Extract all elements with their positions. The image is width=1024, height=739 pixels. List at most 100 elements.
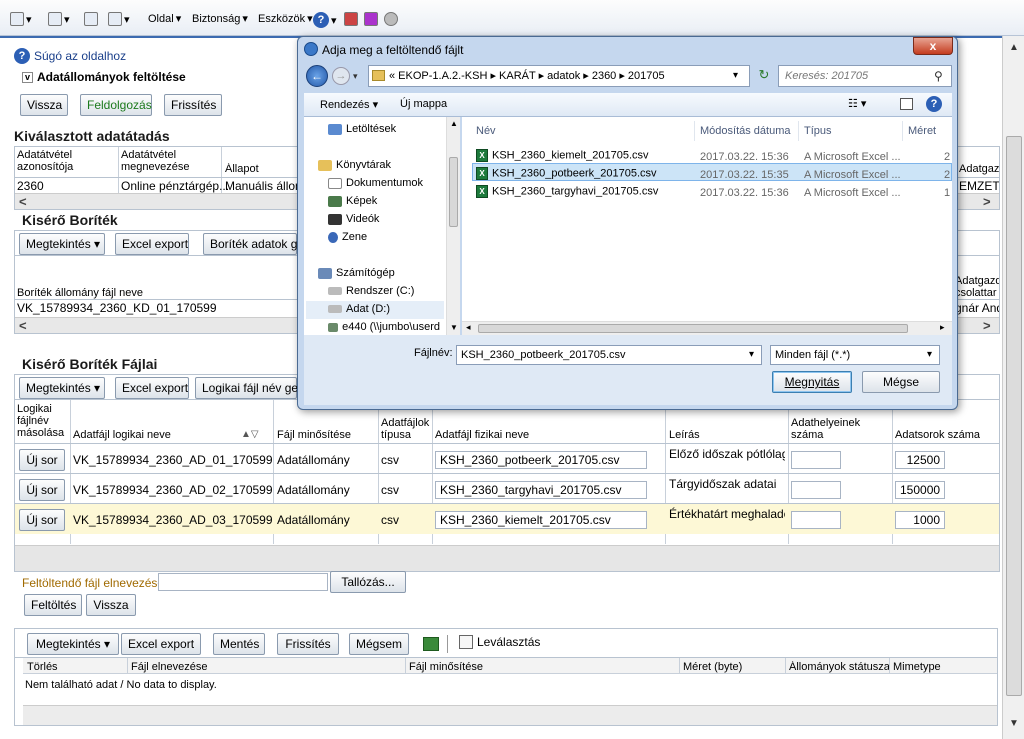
print-icon[interactable]: ▾ xyxy=(108,12,130,26)
nav-vscroll[interactable]: ▲ ▼ xyxy=(446,117,460,335)
uploaded-files-table: Megtekintés ▾ Excel export Mentés Frissí… xyxy=(14,628,998,726)
physical-name-input[interactable]: KSH_2360_kiemelt_201705.csv xyxy=(435,511,647,529)
filename-input[interactable]: KSH_2360_potbeerk_201705.csv ▾ xyxy=(456,345,762,365)
section-header[interactable]: v Adatállományok feltöltése xyxy=(22,70,186,84)
process-button[interactable]: Feldolgozás xyxy=(80,94,152,116)
cancel-button[interactable]: Mégsem xyxy=(349,633,409,655)
filename-dropdown-icon[interactable]: ▾ xyxy=(749,346,754,364)
mail-icon[interactable] xyxy=(84,12,98,26)
detach-button[interactable]: Leválasztás xyxy=(459,635,540,649)
help-icon[interactable]: ? ▾ xyxy=(313,12,337,28)
forward-arrow-icon[interactable]: → xyxy=(332,67,350,85)
kisero-view-button[interactable]: Megtekintés ▾ xyxy=(19,233,105,255)
nav-item[interactable]: Rendszer (C:) xyxy=(328,285,414,297)
organize-button[interactable]: Rendezés ▾ xyxy=(320,98,378,111)
feeds-icon[interactable]: ▾ xyxy=(48,12,70,26)
recent-dropdown-icon[interactable]: ▾ xyxy=(353,71,358,82)
translate-icon[interactable] xyxy=(364,12,378,26)
row-count-input[interactable]: 150000 xyxy=(895,481,945,499)
file-list-hscroll[interactable]: ◂ ▸ xyxy=(462,321,952,335)
nav-item[interactable]: Letöltések xyxy=(328,123,396,135)
page-vscroll[interactable]: ▲ ▼ xyxy=(1002,36,1024,739)
row-count-input[interactable]: 12500 xyxy=(895,451,945,469)
kisero-generate-button[interactable]: Boríték adatok ge xyxy=(203,233,304,255)
folder-icon xyxy=(372,70,385,81)
places-input[interactable] xyxy=(791,481,841,499)
bottom-view-button[interactable]: Megtekintés ▾ xyxy=(27,633,119,655)
nav-item[interactable]: Dokumentumok xyxy=(328,177,423,189)
view-options-icon[interactable]: ☷ ▾ xyxy=(848,97,866,110)
nav-item[interactable]: Videók xyxy=(328,213,379,225)
logical-name-generate-button[interactable]: Logikai fájl név gen xyxy=(195,377,305,399)
col-name[interactable]: Név xyxy=(476,125,496,137)
scroll-down-icon[interactable]: ▼ xyxy=(1006,716,1022,732)
save-button[interactable]: Mentés xyxy=(213,633,265,655)
help-icon: ? xyxy=(14,48,30,64)
nav-item[interactable]: Számítógép xyxy=(318,267,395,279)
close-button[interactable]: x xyxy=(913,37,953,55)
dialog-cancel-button[interactable]: Mégse xyxy=(862,371,940,393)
drive-icon xyxy=(328,305,342,313)
kisero-excel-button[interactable]: Excel export xyxy=(115,233,189,255)
dialog-command-bar: Rendezés ▾ Új mappa ☷ ▾ ? xyxy=(304,93,952,117)
excel-file-icon: X xyxy=(476,149,488,162)
physical-name-input[interactable]: KSH_2360_targyhavi_201705.csv xyxy=(435,481,647,499)
refresh-button[interactable]: Frissítés xyxy=(164,94,222,116)
home-icon[interactable]: ▾ xyxy=(10,12,32,26)
network-drive-icon xyxy=(328,322,339,332)
row-count-input[interactable]: 1000 xyxy=(895,511,945,529)
back-arrow-icon[interactable]: ← xyxy=(306,65,328,87)
upload-button[interactable]: Feltöltés xyxy=(24,594,82,616)
scroll-thumb[interactable] xyxy=(1006,136,1022,696)
preview-pane-icon[interactable] xyxy=(900,98,913,110)
new-row-button[interactable]: Új sor xyxy=(19,479,65,501)
upload-back-button[interactable]: Vissza xyxy=(86,594,136,616)
fajlai-title: Kisérő Boríték Fájlai xyxy=(22,356,158,372)
col-type[interactable]: Típus xyxy=(804,125,832,137)
fajlai-footer xyxy=(15,545,999,571)
export-icon[interactable] xyxy=(423,637,439,651)
help-link[interactable]: ? Súgó az oldalhoz xyxy=(14,48,126,64)
research-icon[interactable] xyxy=(344,12,358,26)
nav-item[interactable]: e440 (\\jumbo\userd xyxy=(328,321,440,333)
nav-item[interactable]: Könyvtárak xyxy=(318,159,391,171)
fajlai-view-button[interactable]: Megtekintés ▾ xyxy=(19,377,105,399)
filter-dropdown-icon[interactable]: ▾ xyxy=(927,346,932,364)
new-row-button[interactable]: Új sor xyxy=(19,449,65,471)
fajlai-excel-button[interactable]: Excel export xyxy=(115,377,189,399)
physical-name-input[interactable]: KSH_2360_potbeerk_201705.csv xyxy=(435,451,647,469)
places-input[interactable] xyxy=(791,511,841,529)
col-date[interactable]: Módosítás dátuma xyxy=(700,125,791,137)
file-type-select[interactable]: Minden fájl (*.*) ▾ xyxy=(770,345,940,365)
open-button[interactable]: Megnyitás xyxy=(772,371,852,393)
nav-item[interactable]: Adat (D:) xyxy=(328,303,390,315)
search-icon[interactable]: ⚲ xyxy=(934,69,943,83)
nav-item[interactable]: Képek xyxy=(328,195,377,207)
address-dropdown-icon[interactable]: ▾ xyxy=(733,66,738,86)
new-row-button[interactable]: Új sor xyxy=(19,509,65,531)
gear-icon[interactable] xyxy=(384,12,398,26)
new-folder-button[interactable]: Új mappa xyxy=(400,98,447,110)
transfer-name: Online pénztárgép... xyxy=(121,179,230,193)
col-size[interactable]: Méret xyxy=(908,125,936,137)
help-icon[interactable]: ? xyxy=(926,96,942,112)
menu-biztonsag[interactable]: Biztonság ▾ xyxy=(192,12,248,26)
nav-item[interactable]: Zene xyxy=(328,231,367,243)
file-open-dialog: Adja meg a feltöltendő fájlt x ← → ▾ « E… xyxy=(297,36,958,410)
scroll-up-icon[interactable]: ▲ xyxy=(1006,40,1022,56)
detach-icon xyxy=(459,635,473,649)
bottom-excel-button[interactable]: Excel export xyxy=(121,633,201,655)
videos-icon xyxy=(328,213,342,225)
upload-file-input[interactable] xyxy=(158,573,328,591)
bottom-refresh-button[interactable]: Frissítés xyxy=(277,633,339,655)
places-input[interactable] xyxy=(791,451,841,469)
refresh-icon[interactable]: ↻ xyxy=(754,67,774,85)
music-icon xyxy=(328,231,338,243)
address-bar[interactable]: « EKOP-1.A.2.-KSH ▸ KARÁT ▸ adatok ▸ 236… xyxy=(368,65,750,87)
back-button[interactable]: Vissza xyxy=(20,94,68,116)
menu-oldal[interactable]: Oldal ▾ xyxy=(148,12,181,26)
search-input[interactable]: Keresés: 201705 xyxy=(778,65,952,87)
browse-button[interactable]: Tallózás... xyxy=(330,571,406,593)
sort-icon[interactable]: ▲▽ xyxy=(241,429,259,440)
menu-eszkozok[interactable]: Eszközök ▾ xyxy=(258,12,313,26)
